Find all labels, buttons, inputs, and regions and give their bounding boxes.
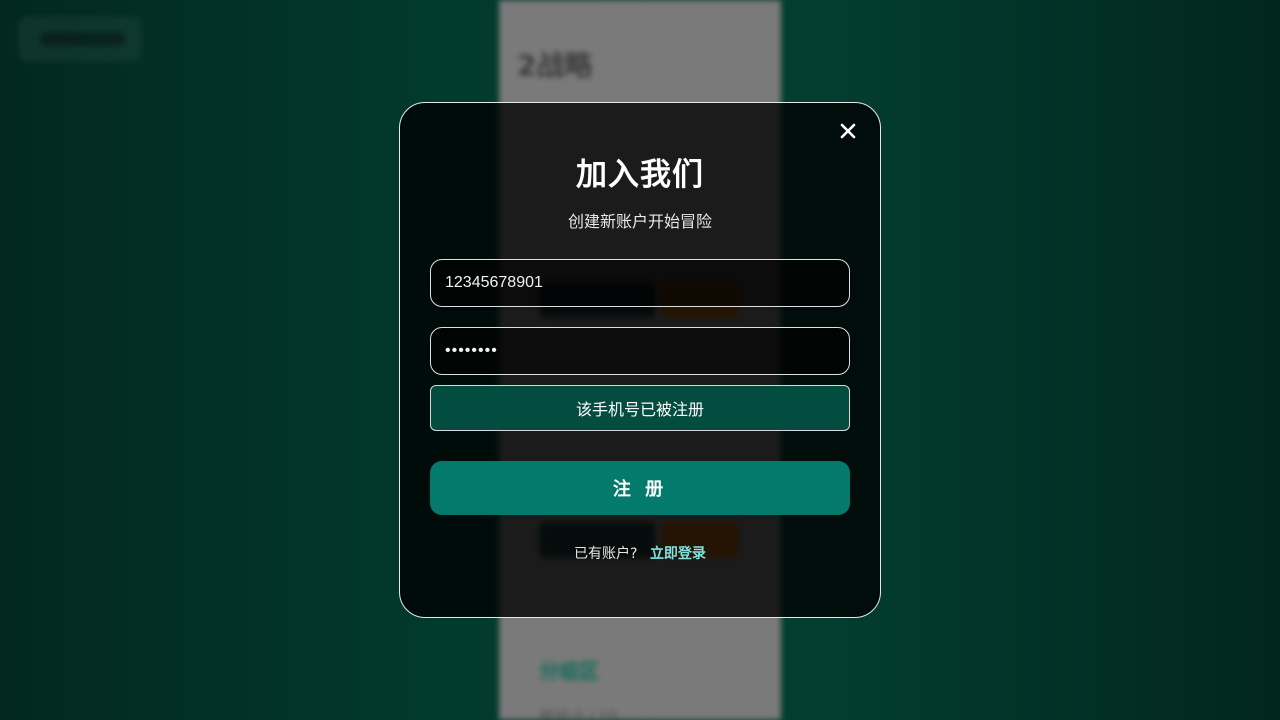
background-room-count: 房间:0 / 10 — [539, 708, 618, 720]
register-button[interactable]: 注 册 — [430, 461, 850, 515]
password-input[interactable] — [430, 327, 850, 375]
close-icon — [840, 123, 856, 139]
close-button[interactable] — [836, 119, 860, 143]
modal-title: 加入我们 — [576, 157, 704, 193]
error-message: 该手机号已被注册 — [430, 385, 850, 431]
phone-input[interactable] — [430, 259, 850, 307]
login-link[interactable]: 立即登录 — [650, 546, 706, 562]
background-chip: 分组区 — [539, 659, 599, 683]
login-prompt: 已有账户? 立即登录 — [400, 543, 880, 563]
login-prompt-text: 已有账户? — [574, 546, 638, 562]
background-logo-mark — [40, 32, 126, 46]
modal-subtitle: 创建新账户开始冒险 — [567, 212, 712, 231]
register-modal: 加入我们 创建新账户开始冒险 该手机号已被注册 注 册 已有账户? 立即登录 — [399, 102, 881, 618]
background-panel-title: 2战略 — [517, 49, 593, 82]
